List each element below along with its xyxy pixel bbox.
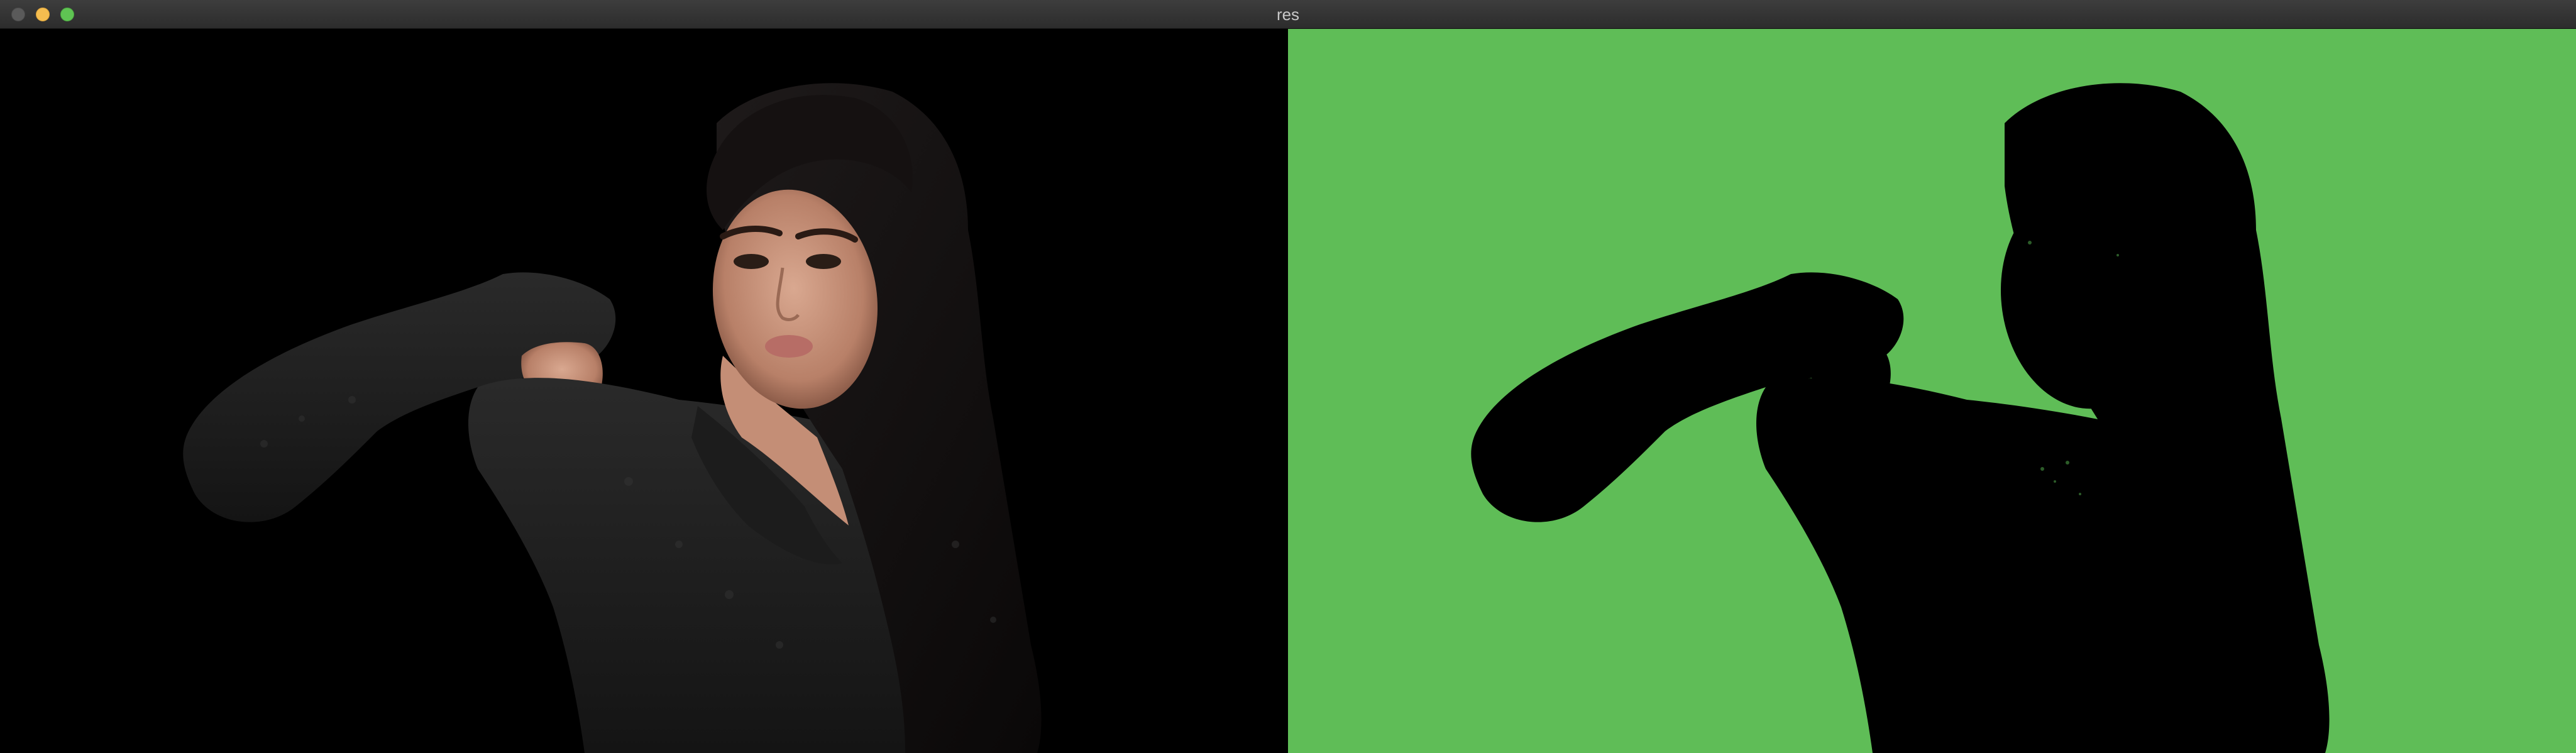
app-window: res [0, 0, 2576, 753]
background-mask-panel [1288, 29, 2576, 753]
window-title: res [1276, 5, 1300, 24]
subject-photo [183, 83, 1042, 753]
image-canvas [0, 29, 2576, 753]
title-bar[interactable]: res [0, 0, 2576, 29]
silhouette-photo [1288, 29, 2576, 753]
foreground-extracted-panel [0, 29, 1288, 753]
